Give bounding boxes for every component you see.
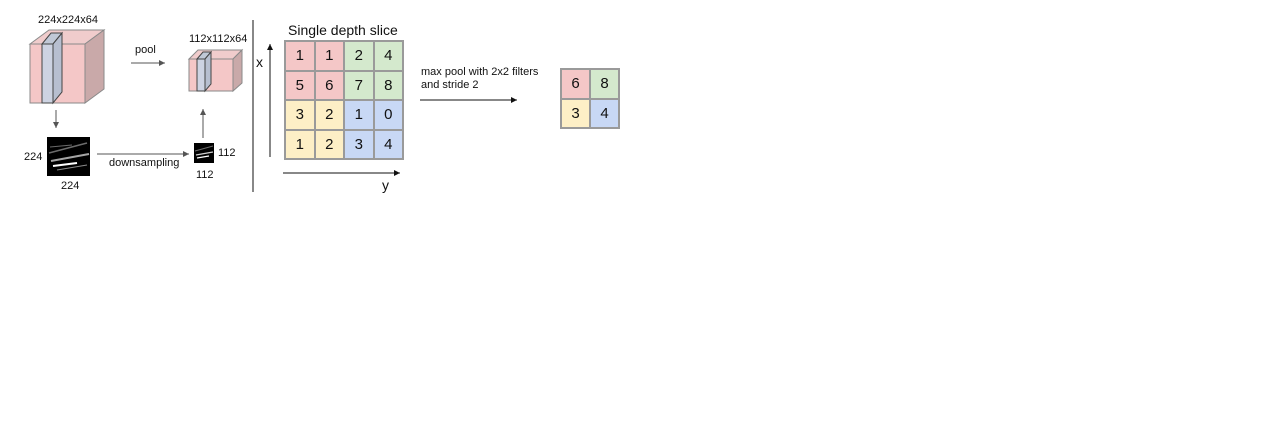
input-grid-cell: 8 (373, 70, 403, 100)
input-grid-cell: 5 (285, 70, 315, 100)
input-map-height-label: 224 (24, 151, 43, 163)
input-grid-cell: 2 (314, 129, 344, 159)
input-grid-cell: 0 (373, 100, 403, 130)
downsampling-label: downsampling (109, 157, 180, 169)
input-grid-cell: 1 (344, 100, 374, 130)
input-grid-cell: 7 (344, 70, 374, 100)
input-activation-map (47, 137, 90, 176)
x-axis-label: x (256, 54, 263, 70)
output-grid-cell: 4 (590, 98, 619, 128)
input-volume-label: 224x224x64 (38, 14, 98, 26)
input-volume (28, 29, 106, 105)
input-grid-cell: 1 (285, 41, 315, 71)
output-grid-cell: 3 (561, 98, 590, 128)
output-map-width-label: 112 (196, 169, 214, 181)
input-grid: 1124567832101234 (284, 40, 404, 160)
output-grid-cell: 6 (561, 69, 590, 99)
y-axis-label: y (382, 177, 389, 193)
input-grid-cell: 1 (285, 129, 315, 159)
output-volume-label: 112x112x64 (189, 33, 248, 45)
diagram-canvas (28, 20, 517, 192)
maxpool-caption-line1: max pool with 2x2 filters (421, 66, 539, 78)
output-volume (187, 48, 244, 93)
input-map-width-label: 224 (61, 180, 80, 192)
input-grid-cell: 6 (314, 70, 344, 100)
input-grid-cell: 4 (373, 41, 403, 71)
input-grid-cell: 2 (314, 100, 344, 130)
input-grid-cell: 4 (373, 129, 403, 159)
input-grid-cell: 1 (314, 41, 344, 71)
pool-label: pool (135, 44, 156, 56)
output-activation-map (194, 143, 214, 163)
slice-title: Single depth slice (288, 22, 398, 38)
input-grid-cell: 2 (344, 41, 374, 71)
output-grid: 6834 (560, 68, 620, 129)
input-grid-cell: 3 (285, 100, 315, 130)
output-grid-cell: 8 (590, 69, 619, 99)
input-grid-cell: 3 (344, 129, 374, 159)
maxpool-caption-line2: and stride 2 (421, 79, 479, 91)
output-map-height-label: 112 (218, 147, 236, 159)
